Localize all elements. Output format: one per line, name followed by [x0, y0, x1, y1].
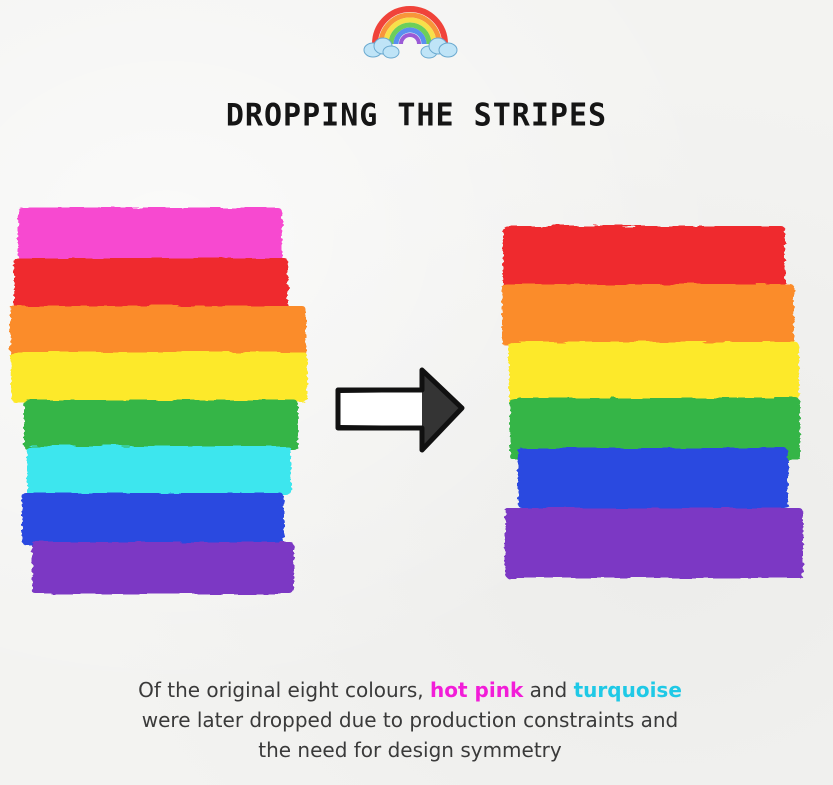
caption-part2: were later dropped due to production con…	[141, 708, 679, 732]
stripe-orange	[10, 306, 306, 356]
caption: Of the original eight colours, hot pink …	[60, 675, 760, 765]
stripe-green	[24, 400, 298, 450]
stripe-hot-pink	[18, 208, 282, 260]
highlight-hot-pink: hot pink	[430, 678, 524, 702]
stripe-yellow	[11, 352, 307, 402]
stripe-blue	[22, 493, 284, 545]
remaining-stripes	[502, 226, 803, 578]
caption-part3: the need for design symmetry	[258, 738, 562, 762]
stripe-turquoise	[27, 446, 291, 496]
caption-and: and	[529, 678, 568, 702]
stripe-red	[503, 226, 785, 290]
caption-part1: Of the original eight colours,	[138, 678, 424, 702]
original-stripes	[10, 208, 307, 594]
stripe-violet	[505, 508, 803, 578]
stripe-orange	[502, 284, 794, 346]
stripe-blue	[518, 448, 788, 508]
stripe-yellow	[509, 342, 799, 404]
right-arrow-icon	[335, 367, 465, 453]
stripe-red	[14, 258, 288, 308]
stripe-violet	[32, 542, 294, 594]
highlight-turquoise: turquoise	[573, 678, 682, 702]
